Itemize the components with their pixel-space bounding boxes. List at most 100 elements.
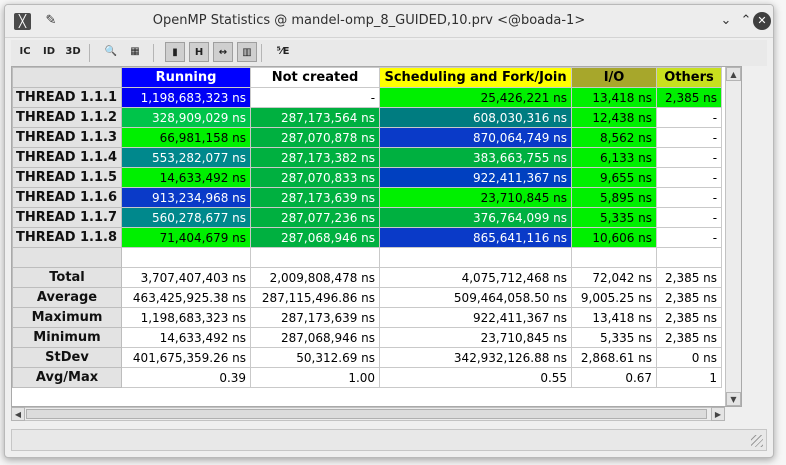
row-header[interactable]: THREAD 1.1.2 (12, 107, 123, 128)
stats-cell[interactable]: 287,115,496.86 ns (250, 287, 381, 308)
stats-cell[interactable]: 4,075,712,468 ns (379, 267, 573, 288)
scroll-up-icon[interactable]: ▲ (726, 67, 741, 81)
table-cell[interactable]: - (656, 207, 723, 228)
stats-label[interactable]: Avg/Max (12, 367, 123, 388)
stats-cell[interactable]: 0 ns (656, 347, 723, 368)
stats-cell[interactable]: 287,173,639 ns (250, 307, 381, 328)
resize-grip-icon[interactable] (751, 435, 763, 447)
table-cell[interactable]: - (250, 87, 381, 108)
stats-cell[interactable]: 3,707,407,403 ns (121, 267, 252, 288)
pin-icon[interactable]: ✎ (43, 13, 59, 29)
scroll-left-icon[interactable]: ◀ (11, 407, 25, 421)
table-cell[interactable]: - (656, 147, 723, 168)
stats-cell[interactable]: 0.55 (379, 367, 573, 388)
table-cell[interactable]: 870,064,749 ns (379, 127, 573, 148)
row-header[interactable]: THREAD 1.1.4 (12, 147, 123, 168)
table-cell[interactable]: 10,606 ns (571, 227, 658, 248)
table-cell[interactable]: 287,173,564 ns (250, 107, 381, 128)
table-cell[interactable]: 287,173,382 ns (250, 147, 381, 168)
table-cell[interactable]: 560,278,677 ns (121, 207, 252, 228)
table-cell[interactable]: 865,641,116 ns (379, 227, 573, 248)
row-header[interactable]: THREAD 1.1.6 (12, 187, 123, 208)
stats-cell[interactable]: 2,385 ns (656, 327, 723, 348)
3d-icon[interactable]: 3D (63, 42, 83, 62)
row-header[interactable]: THREAD 1.1.3 (12, 127, 123, 148)
table-cell[interactable]: 608,030,316 ns (379, 107, 573, 128)
scroll-down-icon[interactable]: ▼ (726, 392, 741, 406)
table-cell[interactable]: 328,909,029 ns (121, 107, 252, 128)
horizontal-icon[interactable]: ↔ (213, 42, 233, 62)
table-cell[interactable]: 14,633,492 ns (121, 167, 252, 188)
hide-columns-icon[interactable]: H (189, 42, 209, 62)
stats-cell[interactable]: 9,005.25 ns (571, 287, 658, 308)
table-cell[interactable]: 2,385 ns (656, 87, 723, 108)
stats-cell[interactable]: 50,312.69 ns (250, 347, 381, 368)
stats-cell[interactable]: 13,418 ns (571, 307, 658, 328)
horizontal-scroll-thumb[interactable] (26, 409, 707, 419)
table-cell[interactable]: 9,655 ns (571, 167, 658, 188)
scroll-right-icon[interactable]: ▶ (711, 407, 725, 421)
table-cell[interactable]: 25,426,221 ns (379, 87, 573, 108)
close-icon[interactable]: ✕ (753, 12, 771, 30)
column-header[interactable]: Scheduling and Fork/Join (379, 67, 573, 88)
stats-cell[interactable]: 401,675,359.26 ns (121, 347, 252, 368)
stats-cell[interactable]: 1.00 (250, 367, 381, 388)
table-cell[interactable]: 12,438 ns (571, 107, 658, 128)
row-header[interactable]: THREAD 1.1.7 (12, 207, 123, 228)
stats-cell[interactable]: 509,464,058.50 ns (379, 287, 573, 308)
column-header[interactable]: Not created (250, 67, 381, 88)
stats-cell[interactable]: 5,335 ns (571, 327, 658, 348)
stats-label[interactable]: Maximum (12, 307, 123, 328)
zoom-icon[interactable]: 🔍 (101, 42, 121, 62)
color-mode-icon[interactable]: ▮ (165, 42, 185, 62)
stats-cell[interactable]: 23,710,845 ns (379, 327, 573, 348)
table-cell[interactable]: 6,133 ns (571, 147, 658, 168)
table-cell[interactable]: 287,173,639 ns (250, 187, 381, 208)
stats-cell[interactable]: 463,425,925.38 ns (121, 287, 252, 308)
exponent-icon[interactable]: ⁵⁄E (273, 42, 293, 62)
stats-label[interactable]: Minimum (12, 327, 123, 348)
maximize-icon[interactable]: ⌃ (738, 13, 754, 29)
table-cell[interactable]: - (656, 167, 723, 188)
opendata-icon[interactable]: ID (39, 42, 59, 62)
stats-cell[interactable]: 14,633,492 ns (121, 327, 252, 348)
table-cell[interactable]: 287,070,878 ns (250, 127, 381, 148)
stats-cell[interactable]: 2,385 ns (656, 307, 723, 328)
paint-icon[interactable]: ▦ (125, 42, 145, 62)
table-cell[interactable]: 66,981,158 ns (121, 127, 252, 148)
stats-cell[interactable]: 1,198,683,323 ns (121, 307, 252, 328)
table-cell[interactable]: - (656, 227, 723, 248)
stats-cell[interactable]: 287,068,946 ns (250, 327, 381, 348)
table-cell[interactable]: 1,198,683,323 ns (121, 87, 252, 108)
table-cell[interactable]: 5,895 ns (571, 187, 658, 208)
table-cell[interactable]: - (656, 127, 723, 148)
table-cell[interactable]: - (656, 187, 723, 208)
table-cell[interactable]: 287,068,946 ns (250, 227, 381, 248)
column-header[interactable]: Running (121, 67, 252, 88)
stats-cell[interactable]: 2,009,808,478 ns (250, 267, 381, 288)
table-cell[interactable]: 71,404,679 ns (121, 227, 252, 248)
table-cell[interactable]: 5,335 ns (571, 207, 658, 228)
row-header[interactable]: THREAD 1.1.5 (12, 167, 123, 188)
stats-cell[interactable]: 342,932,126.88 ns (379, 347, 573, 368)
stats-cell[interactable]: 1 (656, 367, 723, 388)
table-cell[interactable]: 287,077,236 ns (250, 207, 381, 228)
semantic-color-icon[interactable]: ▥ (237, 42, 257, 62)
column-header[interactable]: I/O (571, 67, 658, 88)
table-cell[interactable]: 922,411,367 ns (379, 167, 573, 188)
stats-cell[interactable]: 2,385 ns (656, 267, 723, 288)
stats-cell[interactable]: 2,868.61 ns (571, 347, 658, 368)
vertical-scrollbar[interactable]: ▲ ▼ (725, 67, 741, 406)
table-cell[interactable]: - (656, 107, 723, 128)
title-bar[interactable]: ╳ ✎ OpenMP Statistics @ mandel-omp_8_GUI… (5, 5, 773, 38)
stats-label[interactable]: Average (12, 287, 123, 308)
stats-cell[interactable]: 922,411,367 ns (379, 307, 573, 328)
table-cell[interactable]: 23,710,845 ns (379, 187, 573, 208)
table-cell[interactable]: 383,663,755 ns (379, 147, 573, 168)
stats-cell[interactable]: 0.67 (571, 367, 658, 388)
table-cell[interactable]: 287,070,833 ns (250, 167, 381, 188)
opencontrol-icon[interactable]: IC (15, 42, 35, 62)
stats-label[interactable]: StDev (12, 347, 123, 368)
row-header[interactable]: THREAD 1.1.8 (12, 227, 123, 248)
row-header[interactable]: THREAD 1.1.1 (12, 87, 123, 108)
